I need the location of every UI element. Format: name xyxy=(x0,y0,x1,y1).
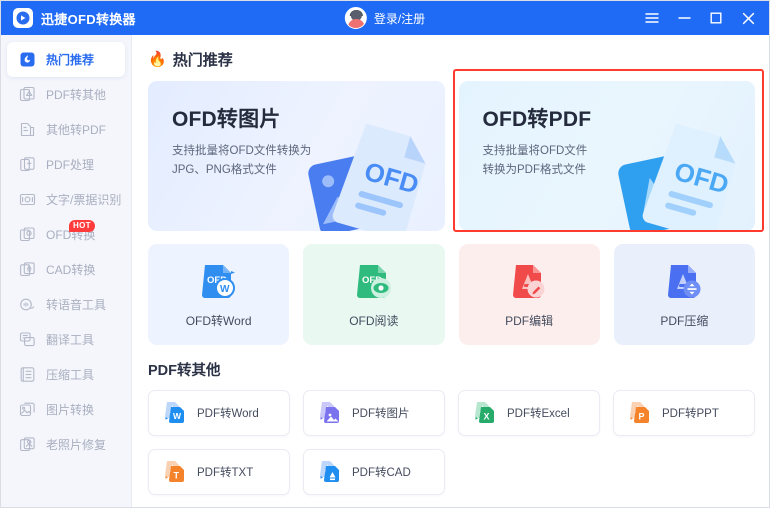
sidebar-item-ofd-convert[interactable]: OFD转换 HOT xyxy=(7,217,125,252)
window-controls xyxy=(637,1,769,35)
maximize-icon[interactable] xyxy=(701,4,731,32)
card-pdf-to-word[interactable]: W PDF转Word xyxy=(148,390,290,436)
sidebar-item-label: 转语音工具 xyxy=(46,298,107,312)
sidebar-item-translate[interactable]: 翻译工具 xyxy=(7,322,125,357)
pdf-edit-icon xyxy=(506,260,552,304)
title-bar: 迅捷OFD转换器 登录/注册 xyxy=(1,1,769,35)
hot-badge: HOT xyxy=(69,220,95,232)
main-content: 🔥 热门推荐 OFD转图片 支持批量将OFD文件转换为 JPG、PNG格式文件 xyxy=(132,35,769,507)
sidebar-item-label: 图片转换 xyxy=(46,403,95,417)
minimize-icon[interactable] xyxy=(669,4,699,32)
ofd-reader-icon: OFD xyxy=(351,260,397,304)
sidebar-item-photo-restore[interactable]: 老照片修复 xyxy=(7,427,125,462)
svg-text:W: W xyxy=(220,284,230,295)
tile-label: PDF编辑 xyxy=(505,314,554,328)
pdf-compress-icon xyxy=(661,260,707,304)
cad-convert-icon xyxy=(18,260,37,279)
sidebar-item-other-to-pdf[interactable]: 其他转PDF xyxy=(7,112,125,147)
hot-section-header: 🔥 热门推荐 xyxy=(148,49,755,70)
sidebar-item-label: PDF转其他 xyxy=(46,88,107,102)
other-to-pdf-icon xyxy=(18,120,37,139)
pdf-to-word-icon: W xyxy=(161,400,188,427)
sidebar-item-label: CAD转换 xyxy=(46,263,96,277)
pdf-to-cad-icon xyxy=(316,459,343,486)
pdf-to-other-icon xyxy=(18,85,37,104)
card-label: PDF转PPT xyxy=(662,408,719,420)
card-pdf-to-excel[interactable]: X PDF转Excel xyxy=(458,390,600,436)
sidebar-item-label: 热门推荐 xyxy=(46,53,95,67)
pdf-to-image-icon xyxy=(316,400,343,427)
tile-label: OFD转Word xyxy=(185,314,252,328)
application-window: 迅捷OFD转换器 登录/注册 热门推荐 PDF转其他 其他转PDF PDF处理 … xyxy=(0,0,770,508)
hot-section-title: 热门推荐 xyxy=(172,52,233,69)
sidebar-item-pdf-to-other[interactable]: PDF转其他 xyxy=(7,77,125,112)
ofd-to-pdf-art: OFD xyxy=(593,115,753,231)
pdf-to-ppt-icon: P xyxy=(626,400,653,427)
svg-text:X: X xyxy=(483,412,489,422)
account-area[interactable]: 登录/注册 xyxy=(344,7,426,29)
pdf-process-icon xyxy=(18,155,37,174)
sidebar-item-label: 压缩工具 xyxy=(46,368,95,382)
pdf-to-excel-icon: X xyxy=(471,400,498,427)
fire-recommend-icon xyxy=(18,50,37,69)
convert-section-title: PDF转其他 xyxy=(148,363,221,379)
sidebar-item-cad-convert[interactable]: CAD转换 xyxy=(7,252,125,287)
hero-card-row: OFD转图片 支持批量将OFD文件转换为 JPG、PNG格式文件 OFD OFD… xyxy=(148,81,755,231)
card-label: PDF转TXT xyxy=(197,467,254,479)
card-label: PDF转Word xyxy=(197,408,259,420)
tile-pdf-compress[interactable]: PDF压缩 xyxy=(613,244,755,345)
image-convert-icon xyxy=(18,400,37,419)
svg-text:T: T xyxy=(173,471,179,481)
tile-label: OFD阅读 xyxy=(349,314,399,328)
close-icon[interactable] xyxy=(733,4,763,32)
ofd-to-image-art: OFD xyxy=(283,115,443,231)
window-body: 热门推荐 PDF转其他 其他转PDF PDF处理 文字/票据识别 OFD转换 H… xyxy=(1,35,769,507)
svg-text:P: P xyxy=(638,412,644,422)
sidebar: 热门推荐 PDF转其他 其他转PDF PDF处理 文字/票据识别 OFD转换 H… xyxy=(1,35,132,507)
hamburger-menu-icon[interactable] xyxy=(637,4,667,32)
card-label: PDF转Excel xyxy=(507,408,570,420)
hero-card-ofd-to-pdf[interactable]: OFD转PDF 支持批量将OFD文件 转换为PDF格式文件 OFD xyxy=(458,81,755,231)
text-to-speech-icon xyxy=(18,295,37,314)
sidebar-item-hot[interactable]: 热门推荐 xyxy=(7,42,125,77)
app-logo-icon xyxy=(13,8,33,28)
sidebar-item-label: 翻译工具 xyxy=(46,333,95,347)
card-pdf-to-txt[interactable]: T PDF转TXT xyxy=(148,449,290,495)
pdf-to-txt-icon: T xyxy=(161,459,188,486)
translate-icon xyxy=(18,330,37,349)
sidebar-item-compress[interactable]: 压缩工具 xyxy=(7,357,125,392)
convert-card-grid: W PDF转Word PDF转图片 X PDF转Excel P PDF转PPT … xyxy=(148,390,755,495)
convert-section: PDF转其他 W PDF转Word PDF转图片 X PDF转Excel P P… xyxy=(148,359,755,495)
card-label: PDF转CAD xyxy=(352,467,411,479)
photo-restore-icon xyxy=(18,435,37,454)
ofd-convert-icon xyxy=(18,225,37,244)
compress-icon xyxy=(18,365,37,384)
avatar xyxy=(344,7,367,29)
tile-ofd-reader[interactable]: OFD OFD阅读 xyxy=(303,244,445,345)
card-label: PDF转图片 xyxy=(352,408,410,420)
card-pdf-to-ppt[interactable]: P PDF转PPT xyxy=(613,390,755,436)
tile-ofd-to-word[interactable]: OFD W OFD转Word xyxy=(148,244,290,345)
sidebar-item-label: 文字/票据识别 xyxy=(46,193,122,207)
tile-pdf-edit[interactable]: PDF编辑 xyxy=(458,244,600,345)
tile-label: PDF压缩 xyxy=(660,314,709,328)
flame-icon: 🔥 xyxy=(148,51,167,68)
sidebar-item-text-to-speech[interactable]: 转语音工具 xyxy=(7,287,125,322)
sidebar-item-label: PDF处理 xyxy=(46,158,95,172)
card-pdf-to-cad[interactable]: PDF转CAD xyxy=(303,449,445,495)
sidebar-item-label: 老照片修复 xyxy=(46,438,107,452)
svg-text:W: W xyxy=(173,411,182,421)
sidebar-item-image-convert[interactable]: 图片转换 xyxy=(7,392,125,427)
sidebar-item-label: 其他转PDF xyxy=(46,123,107,137)
sidebar-item-pdf-process[interactable]: PDF处理 xyxy=(7,147,125,182)
hero-card-ofd-to-image[interactable]: OFD转图片 支持批量将OFD文件转换为 JPG、PNG格式文件 OFD xyxy=(148,81,445,231)
login-register-label: 登录/注册 xyxy=(373,11,426,26)
sidebar-item-ocr[interactable]: 文字/票据识别 xyxy=(7,182,125,217)
app-title: 迅捷OFD转换器 xyxy=(41,11,136,27)
hot-tiles-row: OFD W OFD转Word OFD OFD阅读 PDF编辑 PDF压缩 xyxy=(148,244,755,345)
ocr-recognize-icon xyxy=(18,190,37,209)
ofd-to-word-icon: OFD W xyxy=(196,260,242,304)
card-pdf-to-image[interactable]: PDF转图片 xyxy=(303,390,445,436)
